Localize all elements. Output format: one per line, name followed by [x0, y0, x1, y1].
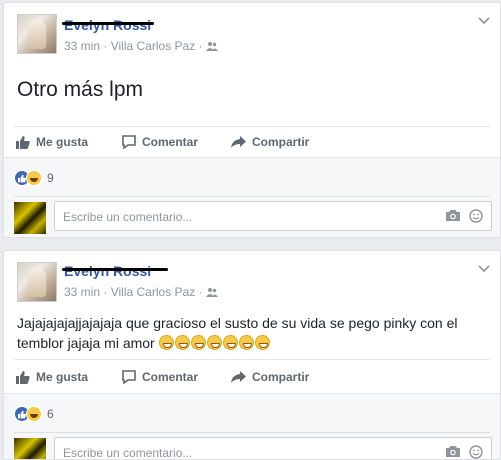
divider [14, 196, 490, 197]
post-card: Evelyn Rossi 33 min · Villa Carlos Paz ·… [3, 2, 501, 238]
laughing-emoji-icon [158, 335, 174, 350]
camera-icon[interactable] [445, 445, 461, 458]
friends-audience-icon[interactable] [205, 287, 218, 297]
author-name[interactable]: Evelyn Rossi [64, 263, 151, 279]
share-label: Compartir [252, 370, 310, 384]
chevron-down-icon[interactable] [478, 265, 490, 273]
post-card: Evelyn Rossi 33 min · Villa Carlos Paz ·… [3, 250, 501, 460]
name-redaction-scribble [62, 268, 168, 271]
share-arrow-icon [231, 371, 246, 383]
post-body-text: temblor jajaja mi amor [17, 335, 155, 351]
meta-separator: · [103, 39, 108, 53]
reactions-summary[interactable]: 6 [14, 406, 54, 422]
like-label: Me gusta [36, 370, 89, 384]
post-meta: 33 min · Villa Carlos Paz · [64, 285, 218, 299]
divider [14, 432, 490, 433]
emoji-smiley-icon[interactable] [469, 209, 483, 223]
post-body-line-with-emojis: temblor jajaja mi amor [17, 333, 487, 353]
comment-icon [122, 370, 136, 384]
meta-separator: · [198, 285, 203, 299]
thumbs-up-icon [16, 371, 30, 384]
post-meta: 33 min · Villa Carlos Paz · [64, 39, 218, 53]
comment-button[interactable]: Comentar [122, 366, 198, 388]
post-body-line: Jajajajajajjajajaja que gracioso el sust… [17, 315, 458, 331]
like-button[interactable]: Me gusta [16, 131, 88, 153]
post-actions: Me gusta Comentar Compartir [4, 366, 500, 388]
comment-label: Comentar [142, 135, 199, 149]
post-time[interactable]: 33 min [64, 285, 100, 299]
like-button[interactable]: Me gusta [16, 366, 88, 388]
comment-placeholder: Escribe un comentario... [63, 446, 193, 460]
share-label: Compartir [252, 135, 310, 149]
reaction-count: 6 [47, 407, 54, 421]
author-name[interactable]: Evelyn Rossi [64, 17, 151, 33]
share-arrow-icon [231, 136, 246, 148]
laughing-emoji-icon [174, 335, 190, 350]
post-actions: Me gusta Comentar Compartir [4, 131, 500, 153]
haha-reaction-icon [26, 170, 42, 186]
author-avatar[interactable] [17, 262, 57, 302]
camera-icon[interactable] [445, 209, 461, 222]
share-button[interactable]: Compartir [231, 131, 309, 153]
post-location[interactable]: Villa Carlos Paz [111, 285, 195, 299]
meta-separator: · [103, 285, 108, 299]
emoji-smiley-icon[interactable] [469, 445, 483, 459]
share-button[interactable]: Compartir [231, 366, 309, 388]
comment-placeholder: Escribe un comentario... [63, 210, 193, 224]
post-location[interactable]: Villa Carlos Paz [111, 39, 195, 53]
comment-button[interactable]: Comentar [122, 131, 198, 153]
comment-input-icons [445, 209, 483, 223]
comment-label: Comentar [142, 370, 199, 384]
laughing-emoji-icon [222, 335, 238, 350]
post-time[interactable]: 33 min [64, 39, 100, 53]
laughing-emoji-icon [254, 335, 270, 350]
divider [14, 359, 490, 360]
comment-input[interactable]: Escribe un comentario... [54, 201, 492, 231]
post-body: Jajajajajajjajajaja que gracioso el sust… [17, 313, 487, 353]
commenter-avatar[interactable] [14, 438, 46, 459]
chevron-down-icon[interactable] [478, 17, 490, 25]
commenter-avatar[interactable] [14, 202, 46, 234]
comment-icon [122, 135, 136, 149]
thumbs-up-icon [16, 136, 30, 149]
reaction-count: 9 [47, 171, 54, 185]
author-avatar[interactable] [17, 14, 57, 54]
laughing-emoji-icon [190, 335, 206, 350]
haha-reaction-icon [26, 406, 42, 422]
laughing-emoji-row [158, 335, 271, 351]
comment-input-icons [445, 445, 483, 459]
comment-input[interactable]: Escribe un comentario... [54, 437, 492, 460]
meta-separator: · [198, 39, 203, 53]
reactions-summary[interactable]: 9 [14, 170, 54, 186]
divider [14, 126, 490, 127]
post-body: Otro más lpm [17, 78, 144, 101]
friends-audience-icon[interactable] [205, 41, 218, 51]
laughing-emoji-icon [238, 335, 254, 350]
like-label: Me gusta [36, 135, 89, 149]
post-footer: 6 Escribe un comentario... [4, 393, 500, 460]
laughing-emoji-icon [206, 335, 222, 350]
post-footer: 9 Escribe un comentario... [4, 157, 500, 237]
name-redaction-scribble [62, 22, 154, 25]
